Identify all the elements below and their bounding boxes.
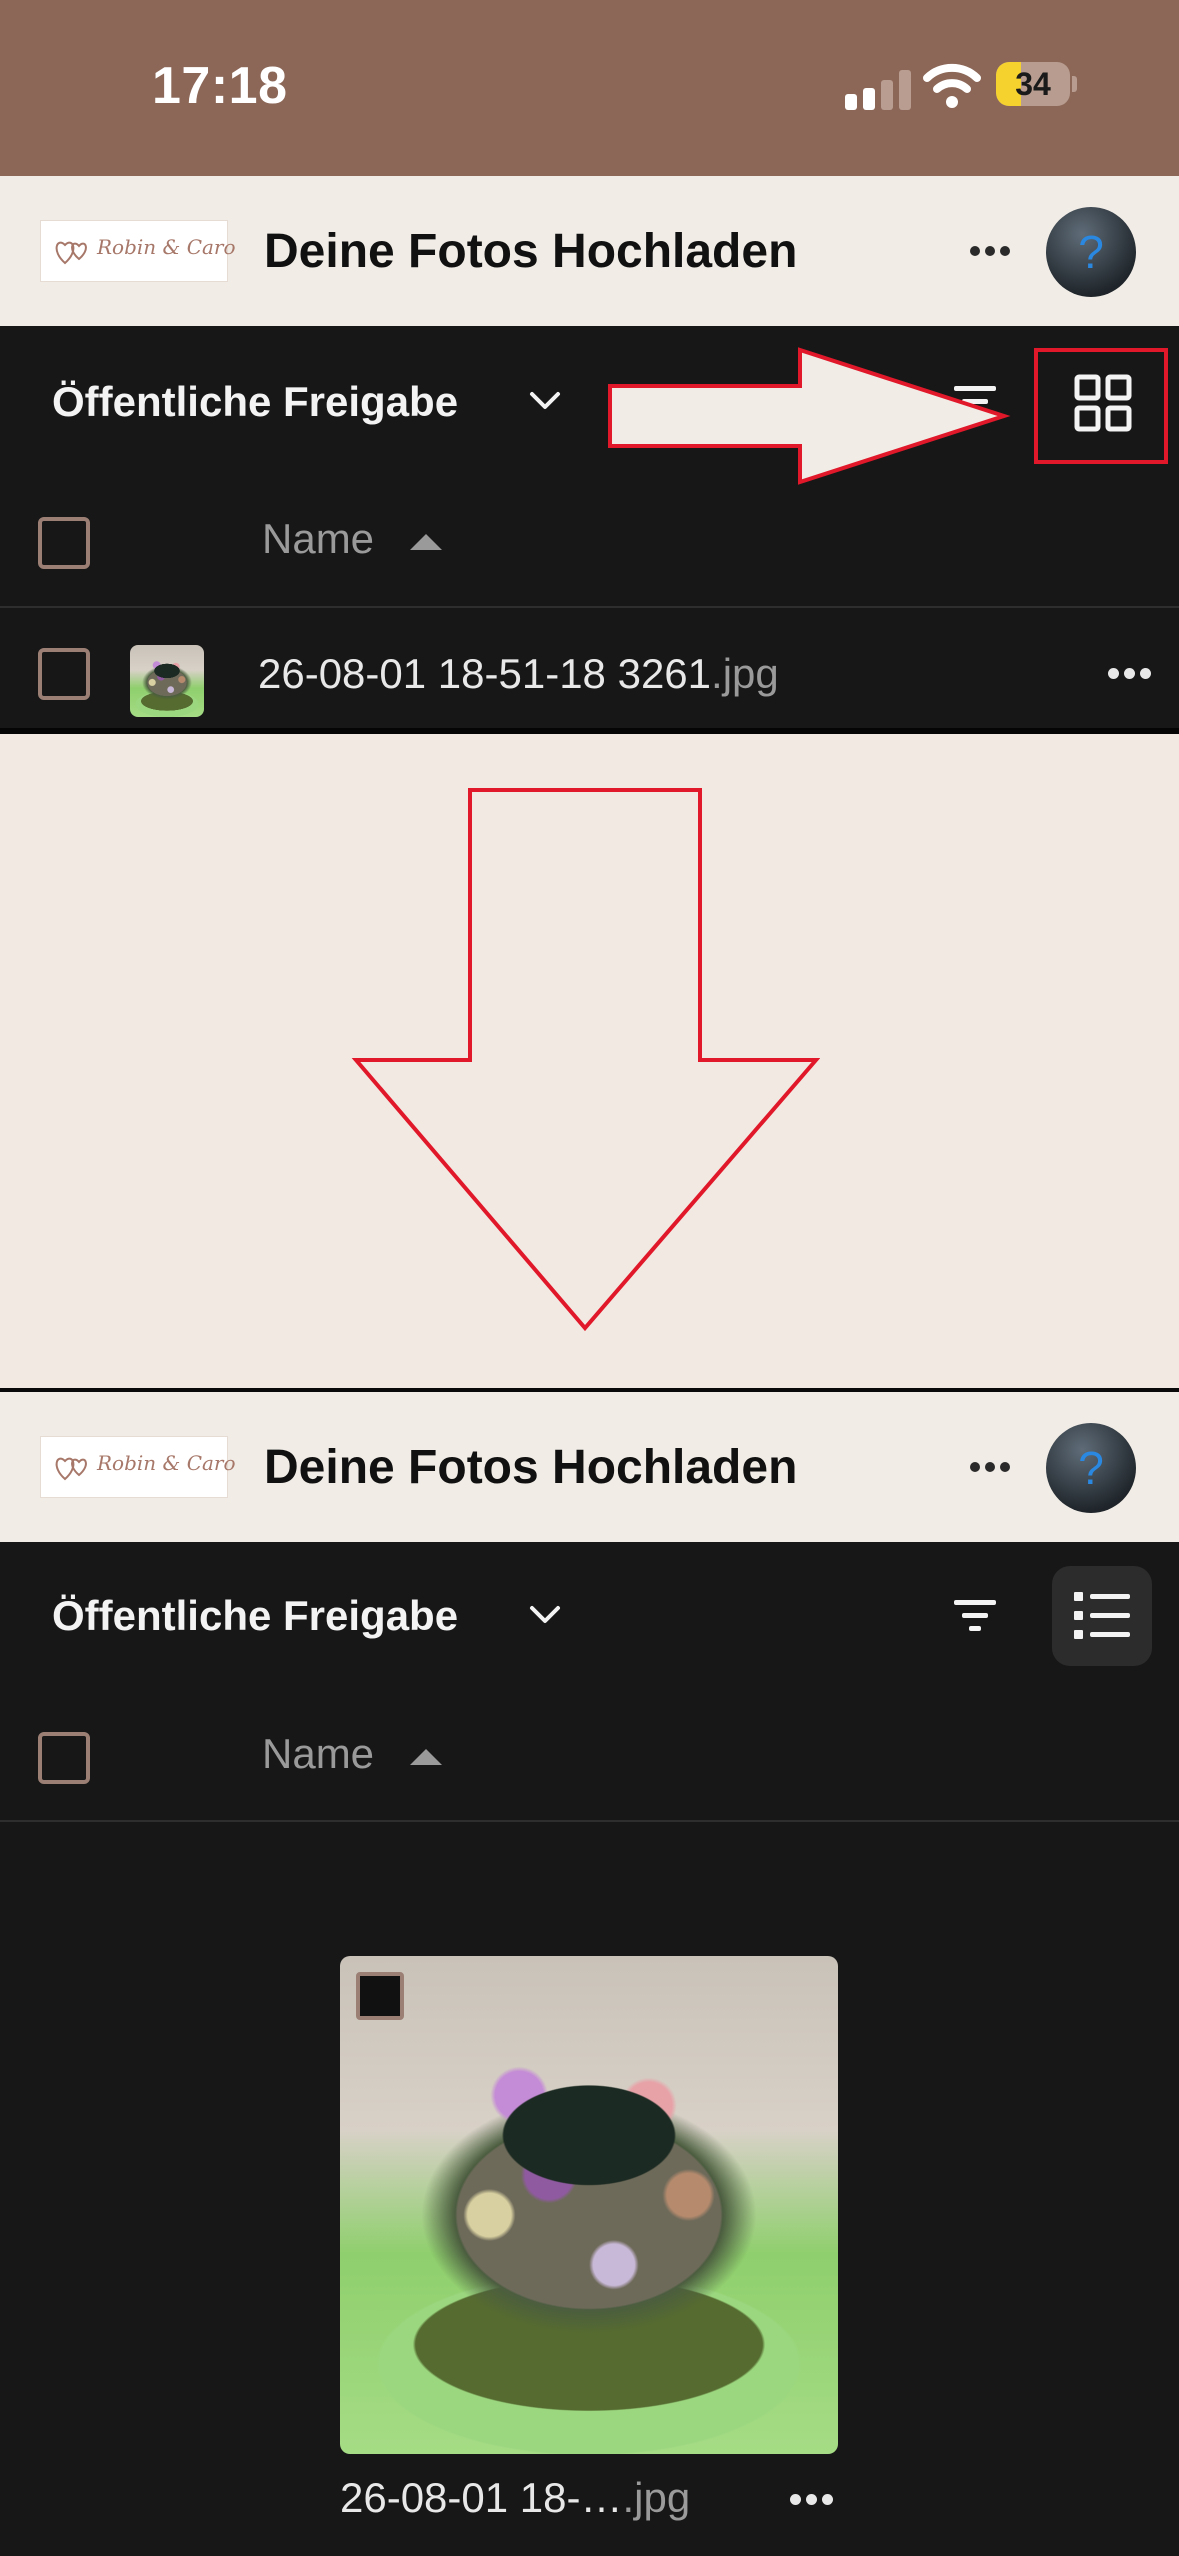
status-time: 17:18 <box>152 57 288 115</box>
logo-text: Robin & Caro <box>97 1451 236 1475</box>
column-header-name[interactable]: Name <box>262 515 374 563</box>
hearts-logo-icon <box>55 241 87 265</box>
file-name[interactable]: 26-08-01 18-51-18 3261.jpg <box>258 650 779 698</box>
page-title: Deine Fotos Hochladen <box>264 225 798 278</box>
help-avatar-button[interactable]: ? <box>1046 1423 1136 1513</box>
table-row[interactable]: 26-08-01 18-51-18 3261.jpg <box>0 608 1179 732</box>
row-checkbox[interactable] <box>38 648 90 700</box>
select-all-checkbox[interactable] <box>38 517 90 569</box>
logo-text: Robin & Caro <box>97 235 236 259</box>
page-title: Deine Fotos Hochladen <box>264 1441 798 1494</box>
share-dropdown-label[interactable]: Öffentliche Freigabe <box>52 1592 458 1640</box>
help-avatar-button[interactable]: ? <box>1046 207 1136 297</box>
column-header-name[interactable]: Name <box>262 1730 374 1778</box>
divider <box>0 1820 1179 1822</box>
grid-item[interactable]: 26-08-01 18-….jpg <box>340 1956 838 2536</box>
battery-indicator: 34 <box>996 62 1077 106</box>
file-name[interactable]: 26-08-01 18-….jpg <box>340 2474 690 2522</box>
more-options-button[interactable] <box>966 240 1014 260</box>
wifi-icon <box>923 63 981 108</box>
app-header: Robin & Caro Deine Fotos Hochladen ? <box>0 1392 1179 1542</box>
row-more-options-button[interactable] <box>1106 668 1152 680</box>
filter-icon[interactable] <box>952 1596 998 1634</box>
logo[interactable]: Robin & Caro <box>40 1436 236 1498</box>
list-view-button[interactable] <box>1052 1566 1152 1666</box>
annotation-highlight-box <box>1034 348 1168 464</box>
list-view-icon <box>1074 1592 1130 1639</box>
sort-ascending-icon[interactable] <box>410 534 442 550</box>
select-all-checkbox[interactable] <box>38 1732 90 1784</box>
file-browser-panel: Öffentliche Freigabe Name 26-08-01 18-….… <box>0 1542 1179 2556</box>
app-header: Robin & Caro Deine Fotos Hochladen ? <box>0 176 1179 326</box>
logo[interactable]: Robin & Caro <box>40 220 236 282</box>
divider <box>0 728 1179 734</box>
file-browser-panel: Öffentliche Freigabe Name 26-08-01 18-51… <box>0 326 1179 732</box>
help-question-icon: ? <box>1078 226 1104 278</box>
grid-item-checkbox[interactable] <box>356 1972 404 2020</box>
hearts-logo-icon <box>55 1457 87 1481</box>
annotation-arrow-right <box>608 347 1011 485</box>
chevron-down-icon[interactable] <box>528 1604 562 1626</box>
photo-thumbnail[interactable] <box>340 1956 838 2454</box>
grid-item-more-options-button[interactable] <box>788 2494 834 2506</box>
share-dropdown-label[interactable]: Öffentliche Freigabe <box>52 378 458 426</box>
chevron-down-icon[interactable] <box>528 390 562 412</box>
battery-level: 34 <box>1015 66 1051 102</box>
status-bar: 17:18 34 <box>0 0 1179 176</box>
cellular-signal-icon <box>845 68 917 110</box>
sort-ascending-icon[interactable] <box>410 1749 442 1765</box>
more-options-button[interactable] <box>966 1456 1014 1476</box>
file-thumbnail <box>130 645 204 717</box>
help-question-icon: ? <box>1078 1442 1104 1494</box>
annotation-arrow-down <box>351 788 820 1332</box>
